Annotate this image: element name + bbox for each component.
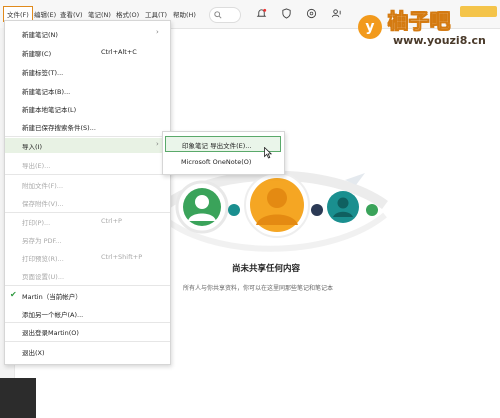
watermark-logo-icon: y bbox=[358, 15, 382, 39]
shield-icon[interactable] bbox=[281, 8, 292, 19]
menu-item-new-tag[interactable]: 新建标签(T)... bbox=[5, 64, 170, 79]
menu-item-sign-out[interactable]: 退出登录Martin(O) bbox=[5, 324, 170, 339]
mouse-cursor-icon bbox=[264, 147, 272, 159]
menu-item-save-pdf[interactable]: 另存为 PDF... bbox=[5, 232, 170, 247]
menu-item-new-note[interactable]: 新建笔记(N) › bbox=[5, 26, 170, 41]
menu-edit[interactable]: 编辑(E) bbox=[34, 9, 56, 19]
checkmark-icon: ✔ bbox=[10, 290, 17, 299]
search-icon bbox=[214, 11, 222, 19]
menu-item-import[interactable]: 导入(I) › bbox=[5, 138, 170, 153]
menu-item-page-setup[interactable]: 页面设置(U)... bbox=[5, 268, 170, 283]
chevron-right-icon: › bbox=[156, 28, 159, 36]
menu-note[interactable]: 笔记(N) bbox=[88, 9, 111, 19]
menu-separator bbox=[5, 285, 170, 286]
chevron-right-icon: › bbox=[156, 140, 159, 148]
watermark-title: 柚子吧 bbox=[388, 9, 451, 34]
menu-separator bbox=[5, 136, 170, 137]
search-input[interactable] bbox=[209, 7, 241, 23]
sidebar-bottom-panel bbox=[0, 378, 36, 418]
menu-item-save-attachment[interactable]: 保存附件(V)... bbox=[5, 195, 170, 210]
menu-help[interactable]: 帮助(H) bbox=[173, 9, 196, 19]
menu-tools[interactable]: 工具(T) bbox=[145, 9, 167, 19]
watermark-logo: y 柚子吧 www.youzi8.cn bbox=[352, 3, 497, 51]
menu-item-attach-file[interactable]: 附加文件(F)... bbox=[5, 177, 170, 192]
menu-item-export[interactable]: 导出(E)... bbox=[5, 157, 170, 172]
file-menu-dropdown: 新建笔记(N) › 新建聊(C) Ctrl+Alt+C 新建标签(T)... 新… bbox=[4, 20, 171, 365]
menu-item-new-local-notebook[interactable]: 新建本地笔记本(L) bbox=[5, 101, 170, 116]
empty-state-illustration bbox=[156, 170, 388, 252]
menu-separator bbox=[5, 341, 170, 342]
menu-item-exit[interactable]: 退出(X) bbox=[5, 344, 170, 359]
empty-state-title: 尚未共享任何内容 bbox=[232, 264, 301, 274]
watermark-url: www.youzi8.cn bbox=[393, 34, 486, 47]
menu-separator bbox=[5, 174, 170, 175]
menu-item-print[interactable]: 打印(P)... Ctrl+P bbox=[5, 214, 170, 229]
menu-item-add-account[interactable]: 添加另一个帐户(A)... bbox=[5, 306, 170, 321]
menu-separator bbox=[5, 212, 170, 213]
person-add-icon[interactable] bbox=[331, 8, 342, 19]
menu-item-current-account[interactable]: ✔ Martin（当前帐户） bbox=[5, 288, 170, 303]
globe-icon[interactable] bbox=[306, 8, 317, 19]
menu-separator bbox=[5, 322, 170, 323]
bell-icon[interactable] bbox=[256, 8, 267, 19]
menu-item-new-notebook[interactable]: 新建笔记本(B)... bbox=[5, 83, 170, 98]
menu-format[interactable]: 格式(O) bbox=[116, 9, 139, 19]
empty-state-description: 所有人与你共享资料，你可以在这里同那些笔记和笔记本 bbox=[183, 285, 334, 292]
menu-item-new-saved-search[interactable]: 新建已保存搜索条件(S)... bbox=[5, 119, 170, 134]
watermark-badge bbox=[460, 6, 497, 17]
menu-view[interactable]: 查看(V) bbox=[60, 9, 83, 19]
menu-item-print-preview[interactable]: 打印预览(R)... Ctrl+Shift+P bbox=[5, 250, 170, 265]
menu-item-new-chat[interactable]: 新建聊(C) Ctrl+Alt+C bbox=[5, 45, 170, 60]
